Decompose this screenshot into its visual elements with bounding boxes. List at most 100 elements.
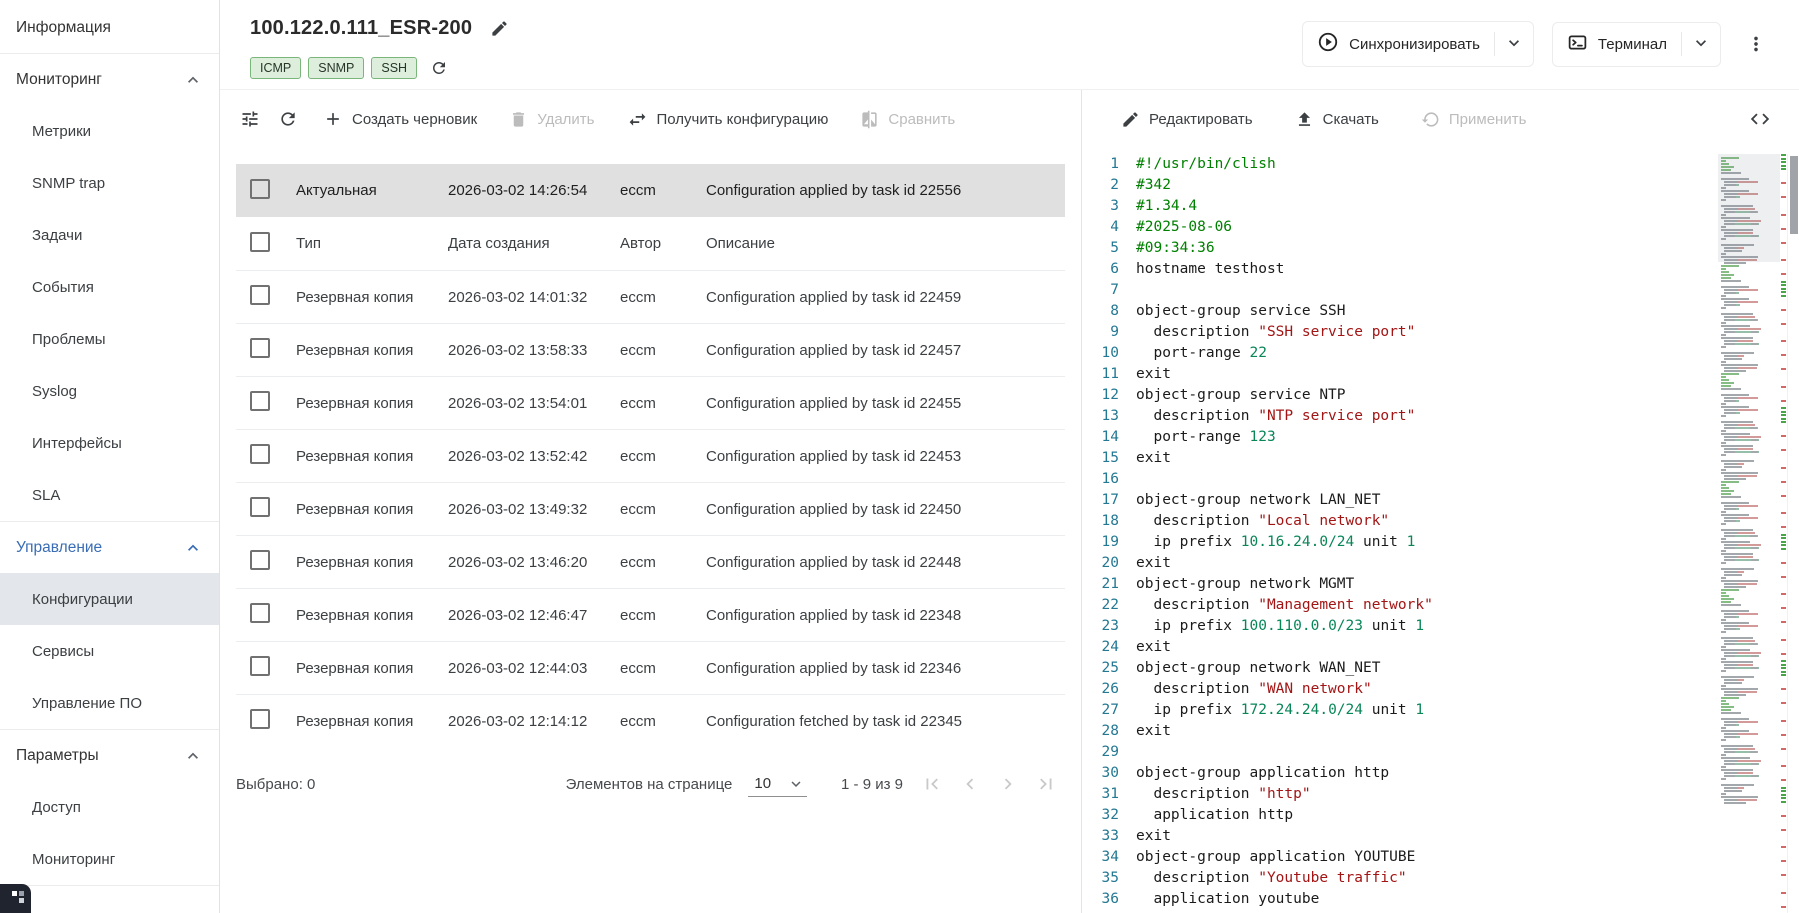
delete-button[interactable]: Удалить: [496, 102, 607, 137]
first-page-button[interactable]: [917, 769, 947, 799]
ruler-mark: [1781, 340, 1786, 342]
edit-config-button[interactable]: Редактировать: [1108, 102, 1266, 137]
line-number: 21: [1082, 574, 1136, 595]
create-draft-button[interactable]: Создать черновик: [310, 101, 490, 137]
minimap-line: [1721, 496, 1778, 498]
minimap-line: [1721, 763, 1778, 765]
filter-button[interactable]: [234, 103, 266, 135]
sync-button[interactable]: Синхронизировать: [1303, 22, 1494, 66]
code-line: 21object-group network MGMT: [1082, 574, 1718, 595]
terminal-dropdown-button[interactable]: [1682, 25, 1720, 64]
row-checkbox[interactable]: [250, 285, 270, 305]
ruler-mark: [1781, 165, 1786, 167]
compare-button[interactable]: Сравнить: [847, 102, 968, 137]
current-config-row[interactable]: Актуальная 2026-03-02 14:26:54 eccm Conf…: [236, 164, 1065, 217]
sidebar-item-monitoring-params[interactable]: Мониторинг: [0, 833, 219, 885]
code-text: object-group network MGMT: [1136, 574, 1354, 595]
editor-scrollbar[interactable]: [1787, 154, 1799, 913]
sidebar-item-events[interactable]: События: [0, 261, 219, 313]
row-checkbox[interactable]: [250, 603, 270, 623]
code-line: 9 description "SSH service port": [1082, 322, 1718, 343]
prev-page-button[interactable]: [955, 769, 985, 799]
config-row[interactable]: Резервная копия2026-03-02 12:46:47eccmCo…: [236, 588, 1065, 641]
minimap[interactable]: [1718, 154, 1780, 913]
ruler-mark: [1781, 411, 1786, 413]
get-config-button[interactable]: Получить конфигурацию: [614, 101, 842, 138]
ruler-mark: [1781, 400, 1786, 402]
recheck-availability-button[interactable]: [424, 53, 454, 83]
main-area: 100.122.0.111_ESR-200 ICMPSNMPSSH: [220, 0, 1799, 913]
config-row[interactable]: Резервная копия2026-03-02 13:54:01eccmCo…: [236, 376, 1065, 429]
edit-title-button[interactable]: [484, 13, 515, 44]
per-page-select[interactable]: 10: [748, 772, 807, 797]
config-row[interactable]: Резервная копия2026-03-02 13:52:42eccmCo…: [236, 429, 1065, 482]
row-checkbox[interactable]: [250, 444, 270, 464]
minimap-line: [1721, 238, 1778, 240]
code-viewer[interactable]: 1#!/usr/bin/clish2#3423#1.34.44#2025-08-…: [1082, 148, 1799, 913]
sidebar-item-snmp-trap[interactable]: SNMP trap: [0, 157, 219, 209]
minimap-line: [1721, 406, 1778, 408]
sidebar-item-management[interactable]: Управление: [0, 522, 219, 573]
sidebar-item-software[interactable]: Управление ПО: [0, 677, 219, 729]
sidebar-item-monitoring[interactable]: Мониторинг: [0, 54, 219, 105]
code-view-button[interactable]: [1743, 102, 1777, 136]
more-menu-button[interactable]: [1739, 27, 1773, 61]
config-row[interactable]: Резервная копия2026-03-02 12:44:03eccmCo…: [236, 641, 1065, 694]
minimap-line: [1721, 730, 1778, 732]
config-row[interactable]: Резервная копия2026-03-02 13:46:20eccmCo…: [236, 535, 1065, 588]
kebab-menu-icon: [1745, 33, 1767, 55]
sidebar-item-problems[interactable]: Проблемы: [0, 313, 219, 365]
ruler-mark: [1781, 544, 1786, 546]
config-description: Configuration fetched by task id 22345: [706, 713, 1065, 730]
terminal-button[interactable]: Терминал: [1553, 23, 1681, 66]
minimap-line: [1721, 187, 1778, 189]
row-checkbox[interactable]: [250, 709, 270, 729]
sidebar-item-information[interactable]: Информация: [0, 2, 219, 53]
minimap-line: [1721, 559, 1778, 561]
row-checkbox[interactable]: [250, 179, 270, 199]
select-all-checkbox[interactable]: [250, 232, 270, 252]
config-row[interactable]: Резервная копия2026-03-02 12:14:12eccmCo…: [236, 694, 1065, 747]
sync-dropdown-button[interactable]: [1495, 25, 1533, 64]
compare-label: Сравнить: [888, 111, 955, 128]
minimap-line: [1721, 310, 1778, 312]
row-checkbox[interactable]: [250, 338, 270, 358]
config-row[interactable]: Резервная копия2026-03-02 13:49:32eccmCo…: [236, 482, 1065, 535]
last-page-button[interactable]: [1031, 769, 1061, 799]
minimap-line: [1721, 703, 1778, 705]
sidebar-item-tasks[interactable]: Задачи: [0, 209, 219, 261]
minimap-line: [1721, 205, 1778, 207]
row-checkbox[interactable]: [250, 656, 270, 676]
ruler-mark: [1781, 548, 1786, 550]
config-row[interactable]: Резервная копия2026-03-02 13:58:33eccmCo…: [236, 323, 1065, 376]
refresh-table-button[interactable]: [272, 103, 304, 135]
sidebar-item-access[interactable]: Доступ: [0, 781, 219, 833]
code-brackets-icon: [1749, 108, 1771, 130]
scrollbar-thumb[interactable]: [1790, 156, 1798, 234]
minimap-line: [1721, 454, 1778, 456]
download-config-button[interactable]: Скачать: [1282, 102, 1392, 137]
sidebar-item-metrics[interactable]: Метрики: [0, 105, 219, 157]
minimap-line: [1721, 682, 1778, 684]
minimap-line: [1721, 328, 1778, 330]
minimap-line: [1721, 412, 1778, 414]
code-line: 11exit: [1082, 364, 1718, 385]
code-text: description "NTP service port": [1136, 406, 1415, 427]
row-checkbox[interactable]: [250, 497, 270, 517]
minimap-line: [1721, 223, 1778, 225]
sidebar-item-syslog[interactable]: Syslog: [0, 365, 219, 417]
next-page-button[interactable]: [993, 769, 1023, 799]
sidebar-item-configurations[interactable]: Конфигурации: [0, 573, 219, 625]
minimap-line: [1721, 289, 1778, 291]
corner-widget[interactable]: [0, 884, 31, 913]
sidebar-item-sla[interactable]: SLA: [0, 469, 219, 521]
sidebar-item-parameters[interactable]: Параметры: [0, 730, 219, 781]
config-row[interactable]: Резервная копия2026-03-02 14:01:32eccmCo…: [236, 270, 1065, 323]
apply-config-button[interactable]: Применить: [1408, 102, 1540, 137]
sidebar-item-interfaces[interactable]: Интерфейсы: [0, 417, 219, 469]
row-checkbox[interactable]: [250, 550, 270, 570]
row-checkbox[interactable]: [250, 391, 270, 411]
sidebar-item-services[interactable]: Сервисы: [0, 625, 219, 677]
minimap-line: [1721, 217, 1778, 219]
code-line: 2#342: [1082, 175, 1718, 196]
